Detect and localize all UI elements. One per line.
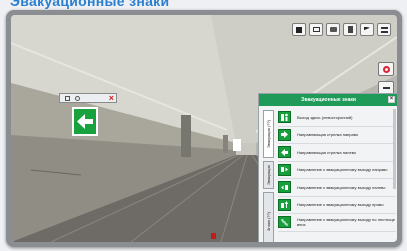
- door-icon: [347, 26, 353, 33]
- list-item[interactable]: Направляющая стрелка налево: [278, 144, 396, 162]
- tab-evacuation[interactable]: Эвакуация: [263, 161, 274, 189]
- door-button[interactable]: [343, 23, 357, 36]
- list-item-label: Направление к эвакуационному выходу прям…: [297, 202, 384, 208]
- panel-header: Эвакуационные знаки ×: [259, 94, 397, 106]
- square-icon: [296, 26, 302, 33]
- minus-icon: [382, 87, 390, 89]
- grid-icon: [65, 95, 70, 101]
- list-item[interactable]: Направление к эвакуационному выходу нале…: [278, 179, 396, 197]
- list-item[interactable]: Направляющая стрелка направо: [278, 127, 396, 144]
- hamburger-icon: [380, 26, 388, 33]
- camera-button[interactable]: [326, 23, 340, 36]
- enter-button[interactable]: [360, 23, 374, 36]
- device-frame: × Эвакуационные знаки × Эвакуация (??) Э…: [6, 10, 402, 247]
- page-title: Эвакуационные знаки: [10, 0, 170, 9]
- flag-icon: [364, 26, 370, 31]
- list-item-label: Направляющая стрелка направо: [297, 132, 359, 138]
- tab-evacuation-a[interactable]: Эвакуация (??): [263, 110, 274, 158]
- list-item[interactable]: Направление к эвакуационному выходу прям…: [278, 197, 396, 214]
- info-button[interactable]: [292, 23, 306, 36]
- list-item-label: Направление к эвакуационному выходу нале…: [297, 184, 386, 190]
- list-item[interactable]: Направление к эвакуационному выходу по л…: [278, 214, 396, 232]
- stairs-down-icon: [278, 216, 291, 229]
- exit-sign[interactable]: [72, 107, 98, 136]
- camera-icon: [329, 27, 337, 32]
- exit-person-icon: [278, 111, 291, 124]
- panel-scrollbar[interactable]: [393, 109, 396, 189]
- settings-button[interactable]: [378, 62, 394, 76]
- gear-icon: [382, 65, 390, 73]
- 3d-viewport[interactable]: × Эвакуационные знаки × Эвакуация (??) Э…: [11, 15, 397, 242]
- evac-signs-panel: Эвакуационные знаки × Эвакуация (??) Эва…: [258, 93, 397, 242]
- list-item-label: Направление к эвакуационному выходу напр…: [297, 167, 388, 173]
- left-arrow-icon: [77, 114, 93, 129]
- monitor-icon: [312, 27, 320, 32]
- sign-list: Выход здесь (левосторонний) Направляющая…: [278, 109, 396, 242]
- top-toolbar: [292, 23, 391, 36]
- list-item[interactable]: Направление к эвакуационному выходу напр…: [278, 162, 396, 179]
- list-item[interactable]: Выход здесь (левосторонний): [278, 109, 396, 127]
- exit-straight-icon: [278, 198, 291, 211]
- list-item-label: Направляющая стрелка налево: [297, 149, 357, 155]
- right-arrow-icon: [278, 128, 291, 141]
- panel-title: Эвакуационные знаки: [301, 97, 356, 103]
- tab-signs[interactable]: Знаки (??): [263, 192, 274, 242]
- menu-button[interactable]: [377, 23, 391, 36]
- panel-close-button[interactable]: ×: [388, 96, 395, 103]
- exit-left-icon: [278, 181, 291, 194]
- left-arrow-icon: [278, 146, 291, 159]
- list-item-label: Направление к эвакуационному выходу по л…: [297, 217, 395, 228]
- panel-tabs: Эвакуация (??) Эвакуация Знаки (??): [263, 110, 274, 242]
- screenshot-button[interactable]: [309, 23, 323, 36]
- list-item-label: Выход здесь (левосторонний): [297, 114, 353, 120]
- move-icon: [75, 95, 80, 101]
- close-icon[interactable]: ×: [109, 93, 114, 103]
- sign-widget[interactable]: ×: [59, 93, 117, 103]
- exit-right-icon: [278, 163, 291, 176]
